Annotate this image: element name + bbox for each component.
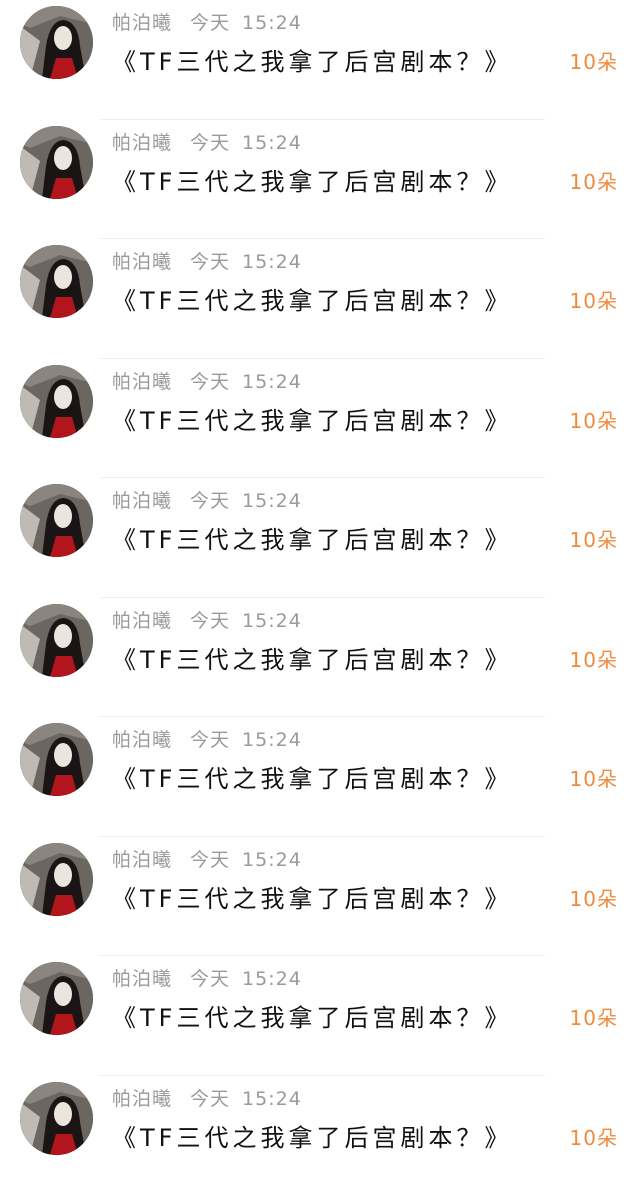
book-title[interactable]: 《TF三代之我拿了后宫剧本？》 <box>112 281 512 316</box>
avatar[interactable] <box>20 126 93 199</box>
flower-count: 10朵 <box>570 524 618 553</box>
list-item[interactable]: 帕泊曦今天 15:24 《TF三代之我拿了后宫剧本？》 10朵 <box>0 359 640 479</box>
meta-line: 帕泊曦今天 15:24 <box>112 845 302 873</box>
date-label: 今天 <box>190 12 230 34</box>
author-name: 帕泊曦 <box>112 251 172 273</box>
time-label: 15:24 <box>242 1088 302 1110</box>
flower-count: 10朵 <box>570 883 618 912</box>
author-name: 帕泊曦 <box>112 12 172 34</box>
flower-count: 10朵 <box>570 1122 618 1151</box>
flower-count: 10朵 <box>570 1002 618 1031</box>
meta-line: 帕泊曦今天 15:24 <box>112 606 302 634</box>
time-label: 15:24 <box>242 132 302 154</box>
author-name: 帕泊曦 <box>112 729 172 751</box>
author-name: 帕泊曦 <box>112 968 172 990</box>
flower-count: 10朵 <box>570 285 618 314</box>
book-title[interactable]: 《TF三代之我拿了后宫剧本？》 <box>112 162 512 197</box>
meta-line: 帕泊曦今天 15:24 <box>112 247 302 275</box>
list-item[interactable]: 帕泊曦今天 15:24 《TF三代之我拿了后宫剧本？》 10朵 <box>0 837 640 957</box>
date-label: 今天 <box>190 371 230 393</box>
flower-count: 10朵 <box>570 763 618 792</box>
author-name: 帕泊曦 <box>112 610 172 632</box>
time-label: 15:24 <box>242 12 302 34</box>
flower-count: 10朵 <box>570 166 618 195</box>
meta-line: 帕泊曦今天 15:24 <box>112 8 302 36</box>
date-label: 今天 <box>190 490 230 512</box>
avatar[interactable] <box>20 843 93 916</box>
avatar[interactable] <box>20 365 93 438</box>
time-label: 15:24 <box>242 729 302 751</box>
book-title[interactable]: 《TF三代之我拿了后宫剧本？》 <box>112 1118 512 1153</box>
list-item[interactable]: 帕泊曦今天 15:24 《TF三代之我拿了后宫剧本？》 10朵 <box>0 598 640 718</box>
meta-line: 帕泊曦今天 15:24 <box>112 1084 302 1112</box>
date-label: 今天 <box>190 1088 230 1110</box>
flower-count: 10朵 <box>570 405 618 434</box>
time-label: 15:24 <box>242 251 302 273</box>
book-title[interactable]: 《TF三代之我拿了后宫剧本？》 <box>112 401 512 436</box>
book-title[interactable]: 《TF三代之我拿了后宫剧本？》 <box>112 520 512 555</box>
book-title[interactable]: 《TF三代之我拿了后宫剧本？》 <box>112 879 512 914</box>
book-title[interactable]: 《TF三代之我拿了后宫剧本？》 <box>112 998 512 1033</box>
author-name: 帕泊曦 <box>112 371 172 393</box>
avatar[interactable] <box>20 962 93 1035</box>
time-label: 15:24 <box>242 371 302 393</box>
avatar[interactable] <box>20 6 93 79</box>
time-label: 15:24 <box>242 968 302 990</box>
meta-line: 帕泊曦今天 15:24 <box>112 725 302 753</box>
time-label: 15:24 <box>242 490 302 512</box>
date-label: 今天 <box>190 968 230 990</box>
book-title[interactable]: 《TF三代之我拿了后宫剧本？》 <box>112 759 512 794</box>
list-item[interactable]: 帕泊曦今天 15:24 《TF三代之我拿了后宫剧本？》 10朵 <box>0 0 640 120</box>
author-name: 帕泊曦 <box>112 132 172 154</box>
list-item[interactable]: 帕泊曦今天 15:24 《TF三代之我拿了后宫剧本？》 10朵 <box>0 717 640 837</box>
author-name: 帕泊曦 <box>112 849 172 871</box>
book-title[interactable]: 《TF三代之我拿了后宫剧本？》 <box>112 42 512 77</box>
list-item[interactable]: 帕泊曦今天 15:24 《TF三代之我拿了后宫剧本？》 10朵 <box>0 956 640 1076</box>
meta-line: 帕泊曦今天 15:24 <box>112 128 302 156</box>
book-title[interactable]: 《TF三代之我拿了后宫剧本？》 <box>112 640 512 675</box>
meta-line: 帕泊曦今天 15:24 <box>112 964 302 992</box>
avatar[interactable] <box>20 604 93 677</box>
avatar[interactable] <box>20 723 93 796</box>
avatar[interactable] <box>20 1082 93 1155</box>
list-item[interactable]: 帕泊曦今天 15:24 《TF三代之我拿了后宫剧本？》 10朵 <box>0 120 640 240</box>
meta-line: 帕泊曦今天 15:24 <box>112 367 302 395</box>
flower-count: 10朵 <box>570 46 618 75</box>
list-item[interactable]: 帕泊曦今天 15:24 《TF三代之我拿了后宫剧本？》 10朵 <box>0 478 640 598</box>
date-label: 今天 <box>190 132 230 154</box>
avatar[interactable] <box>20 245 93 318</box>
date-label: 今天 <box>190 251 230 273</box>
date-label: 今天 <box>190 729 230 751</box>
time-label: 15:24 <box>242 610 302 632</box>
date-label: 今天 <box>190 849 230 871</box>
avatar[interactable] <box>20 484 93 557</box>
author-name: 帕泊曦 <box>112 490 172 512</box>
time-label: 15:24 <box>242 849 302 871</box>
author-name: 帕泊曦 <box>112 1088 172 1110</box>
flower-count: 10朵 <box>570 644 618 673</box>
meta-line: 帕泊曦今天 15:24 <box>112 486 302 514</box>
list-item[interactable]: 帕泊曦今天 15:24 《TF三代之我拿了后宫剧本？》 10朵 <box>0 239 640 359</box>
date-label: 今天 <box>190 610 230 632</box>
gift-record-list: 帕泊曦今天15:24 《TF三代之我拿了后宫剧本？》 10朵 帕泊曦今天15:2… <box>0 0 640 1151</box>
list-item[interactable]: 帕泊曦今天 15:24 《TF三代之我拿了后宫剧本？》 10朵 <box>0 1076 640 1195</box>
